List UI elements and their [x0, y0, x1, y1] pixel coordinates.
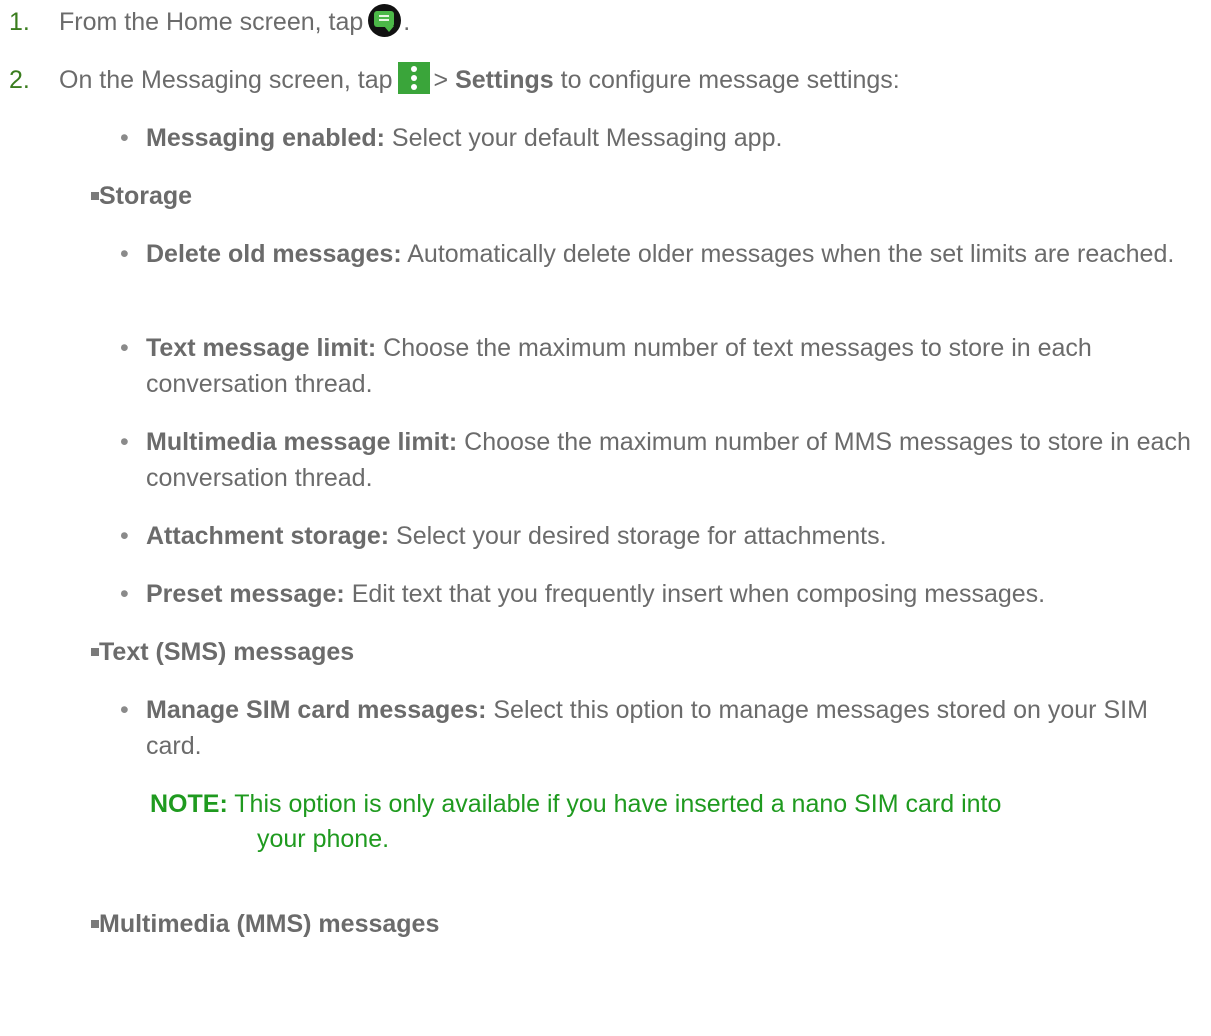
- step-text: On the Messaging screen, tap: [59, 66, 393, 94]
- menu-dots-icon: [397, 62, 430, 95]
- square-bullet: [91, 648, 99, 656]
- item-term: Messaging enabled:: [146, 124, 385, 152]
- step-number: 1.: [9, 8, 30, 36]
- bullet: •: [120, 124, 129, 152]
- messaging-app-icon: [368, 3, 402, 37]
- square-bullet: [91, 920, 99, 928]
- note: NOTE: This option is only available if y…: [150, 790, 1002, 853]
- bullet: •: [120, 240, 129, 268]
- step-text: From the Home screen, tap: [59, 8, 364, 36]
- item-desc: Select your default Messaging app.: [391, 124, 783, 152]
- bullet: •: [120, 522, 129, 550]
- bullet: •: [120, 696, 129, 724]
- note-text: This option is only available if you hav…: [234, 790, 1002, 818]
- note-label: NOTE:: [150, 790, 228, 818]
- bullet: •: [120, 580, 129, 608]
- bullet: •: [120, 428, 129, 456]
- step-number: 2.: [9, 66, 30, 94]
- settings-label: Settings: [455, 66, 554, 94]
- square-bullet: [91, 192, 99, 200]
- bullet: •: [120, 334, 129, 362]
